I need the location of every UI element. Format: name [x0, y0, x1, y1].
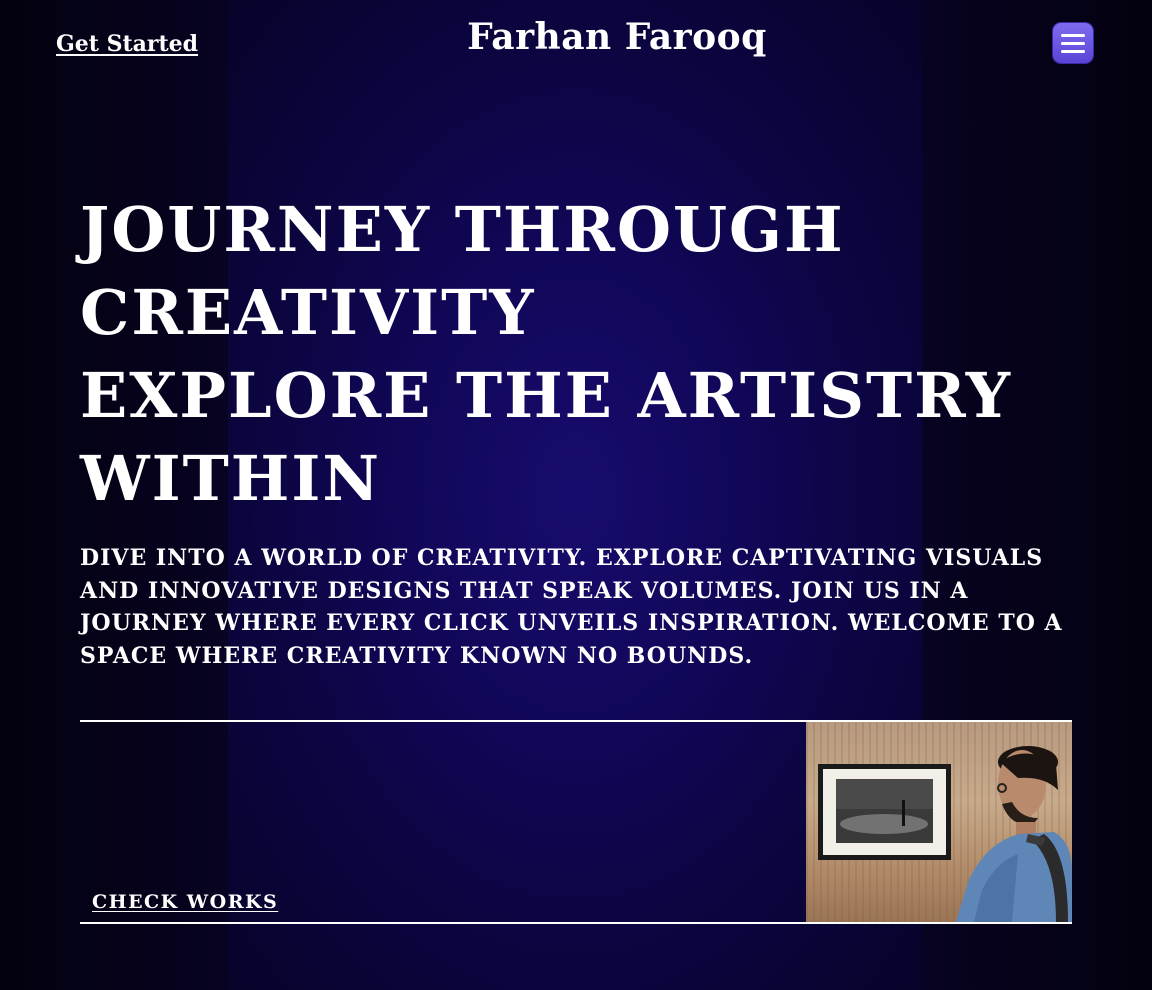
hero-description: DIVE INTO A WORLD OF CREATIVITY. EXPLORE…: [80, 545, 1063, 669]
brand-title: Farhan Farooq: [467, 16, 767, 58]
menu-button[interactable]: [1053, 23, 1093, 63]
hero-title: JOURNEY THROUGH CREATIVITY EXPLORE THE A…: [80, 188, 1012, 520]
hero-title-line: EXPLORE THE ARTISTRY: [80, 359, 1012, 432]
gallery-visitor-photo: [806, 722, 1072, 922]
hero-title-line: WITHIN: [80, 442, 382, 515]
works-panel: CHECK WORKS: [80, 720, 1072, 924]
check-works-link[interactable]: CHECK WORKS: [92, 891, 278, 913]
hamburger-menu-icon: [1061, 33, 1085, 37]
hamburger-menu-icon-bar: [1061, 49, 1085, 53]
hero-title-line: JOURNEY THROUGH: [80, 193, 845, 266]
hamburger-menu-icon-bar: [1061, 41, 1085, 45]
hero-title-line: CREATIVITY: [80, 276, 536, 349]
